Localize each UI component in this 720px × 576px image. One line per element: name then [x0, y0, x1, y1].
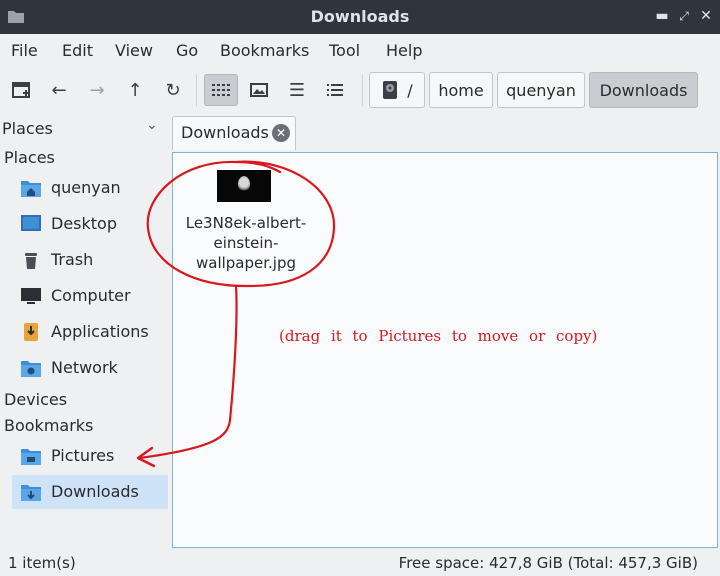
file-name: Le3N8ek-albert- einstein- wallpaper.jpg — [181, 213, 311, 273]
toolbar-separator — [196, 74, 197, 106]
tab-label: Downloads — [181, 123, 269, 142]
trash-icon — [25, 253, 37, 269]
detailed-list-button[interactable] — [318, 74, 352, 106]
reload-icon: ↻ — [165, 79, 181, 101]
file-item[interactable]: Le3N8ek-albert- einstein- wallpaper.jpg — [181, 165, 311, 285]
sidebar-item-label: Pictures — [51, 446, 115, 465]
sidebar-item-trash[interactable]: Trash — [12, 243, 168, 277]
new-window-button[interactable] — [4, 74, 38, 106]
back-button[interactable]: ← — [42, 74, 76, 106]
thumbnail-view-button[interactable] — [242, 74, 276, 106]
side-pane-mode-selector[interactable]: Places ⌄ — [0, 117, 170, 141]
breadcrumb-root[interactable]: / — [369, 72, 425, 108]
desktop-icon — [21, 215, 41, 231]
status-bar: 1 item(s) Free space: 427,8 GiB (Total: … — [0, 548, 720, 576]
menu-edit[interactable]: Edit — [62, 41, 93, 60]
sidebar-item-label: quenyan — [51, 178, 121, 197]
item-count: 1 item(s) — [8, 554, 76, 572]
section-bookmarks: Bookmarks — [4, 416, 94, 435]
breadcrumb-home[interactable]: home — [429, 72, 493, 108]
compact-view-button[interactable]: ☰ — [280, 74, 314, 106]
sidebar-item-pictures[interactable]: Pictures — [12, 439, 168, 473]
close-tab-icon[interactable]: ✕ — [272, 124, 290, 142]
arrow-up-icon: ↑ — [127, 79, 143, 101]
sidebar-item-computer[interactable]: Computer — [12, 279, 168, 313]
network-icon — [21, 361, 41, 377]
section-places: Places — [4, 148, 55, 167]
applications-icon — [24, 323, 38, 341]
sidebar-item-label: Applications — [51, 322, 149, 341]
menu-go[interactable]: Go — [176, 41, 198, 60]
menu-view[interactable]: View — [115, 41, 153, 60]
sidebar-item-applications[interactable]: Applications — [12, 315, 168, 349]
breadcrumb-downloads[interactable]: Downloads — [589, 72, 698, 108]
file-name-line: wallpaper.jpg — [195, 254, 297, 272]
arrow-right-icon: → — [89, 79, 105, 101]
menu-help[interactable]: Help — [386, 41, 422, 60]
file-name-line: Le3N8ek-albert- — [185, 214, 307, 232]
menu-lines-icon: ☰ — [288, 79, 306, 101]
sidebar-item-label: Downloads — [51, 482, 139, 501]
icon-view-button[interactable] — [204, 74, 238, 106]
image-icon — [250, 83, 268, 97]
sidebar-item-quenyan[interactable]: quenyan — [12, 171, 168, 205]
free-space: Free space: 427,8 GiB (Total: 457,3 GiB) — [398, 554, 698, 572]
up-button[interactable]: ↑ — [118, 74, 152, 106]
chevron-down-icon: ⌄ — [146, 117, 158, 133]
sidebar-item-downloads[interactable]: Downloads — [12, 475, 168, 509]
menu-file[interactable]: File — [11, 41, 38, 60]
close-window-button[interactable]: ✕ — [698, 8, 714, 24]
list-icon — [327, 84, 343, 96]
sidebar: Places ⌄ Places quenyan Desktop Trash Co… — [0, 114, 170, 548]
downloads-folder-icon — [21, 485, 41, 501]
sidebar-item-label: Desktop — [51, 214, 117, 233]
forward-button[interactable]: → — [80, 74, 114, 106]
arrow-left-icon: ← — [51, 79, 67, 101]
file-view[interactable]: Le3N8ek-albert- einstein- wallpaper.jpg … — [172, 152, 718, 548]
pictures-folder-icon — [21, 449, 41, 465]
side-pane-mode-label: Places — [2, 119, 53, 138]
maximize-button[interactable]: ⤢ — [676, 8, 692, 24]
new-window-icon — [12, 82, 30, 98]
sidebar-item-label: Network — [51, 358, 118, 377]
sidebar-item-network[interactable]: Network — [12, 351, 168, 385]
breadcrumb-root-label: / — [407, 80, 413, 100]
toolbar: ← → ↑ ↻ ☰ / home quenyan Downloads — [0, 68, 720, 114]
home-folder-icon — [21, 181, 41, 197]
thumbnail-portrait — [238, 176, 250, 192]
menu-bookmarks[interactable]: Bookmarks — [220, 41, 309, 60]
tab-bar: Downloads ✕ — [170, 114, 720, 152]
section-devices: Devices — [4, 390, 68, 409]
sidebar-item-label: Trash — [51, 250, 94, 269]
reload-button[interactable]: ↻ — [156, 74, 190, 106]
breadcrumb-quenyan[interactable]: quenyan — [497, 72, 585, 108]
minimize-button[interactable]: ▬ — [654, 8, 670, 24]
title-bar: Downloads ▬ ⤢ ✕ — [0, 0, 720, 34]
computer-icon — [21, 288, 41, 304]
sidebar-item-desktop[interactable]: Desktop — [12, 207, 168, 241]
sidebar-item-label: Computer — [51, 286, 131, 305]
tab-downloads[interactable]: Downloads ✕ — [172, 116, 296, 150]
window-title: Downloads — [310, 7, 410, 26]
menu-bar: File Edit View Go Bookmarks Tool Help — [0, 34, 720, 68]
icon-grid-icon — [212, 84, 230, 96]
menu-tool[interactable]: Tool — [329, 41, 360, 60]
drive-icon — [383, 81, 398, 99]
annotation-text: (drag it to Pictures to move or copy) — [279, 327, 598, 345]
file-name-line: einstein- — [213, 234, 279, 252]
file-thumbnail — [217, 170, 271, 202]
toolbar-separator — [362, 74, 363, 106]
